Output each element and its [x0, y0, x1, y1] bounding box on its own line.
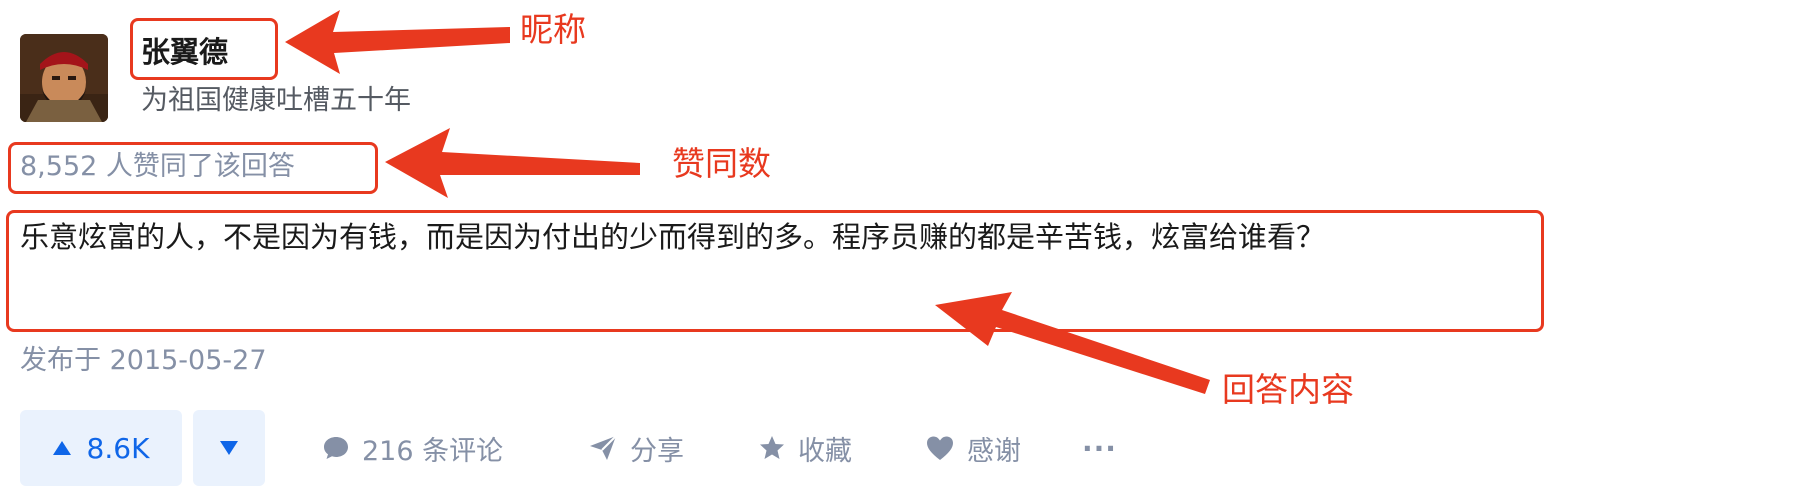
paper-plane-icon [590, 435, 617, 460]
comment-bubble-icon [324, 437, 348, 459]
more-button[interactable]: ··· [1082, 410, 1117, 486]
thanks-label: 感谢 [967, 435, 1021, 467]
annotation-label-votes: 赞同数 [672, 144, 771, 183]
share-label: 分享 [630, 435, 684, 467]
arrow-to-votes [385, 128, 640, 198]
annotation-label-content: 回答内容 [1222, 370, 1354, 409]
action-bar: 8.6K 216 条评论 分享 收藏 感谢 ··· [20, 410, 1794, 486]
more-icon: ··· [1082, 431, 1117, 465]
share-button[interactable]: 分享 [588, 410, 684, 486]
arrow-to-nickname [285, 10, 510, 74]
thanks-button[interactable]: 感谢 [925, 410, 1021, 486]
upvote-button[interactable]: 8.6K [20, 410, 182, 486]
triangle-down-icon [220, 441, 238, 455]
downvote-button[interactable] [193, 410, 265, 486]
triangle-up-icon [52, 441, 71, 455]
favorite-button[interactable]: 收藏 [758, 410, 852, 486]
heart-icon [927, 436, 953, 460]
comment-label: 216 条评论 [362, 435, 504, 467]
annotation-label-nickname: 昵称 [520, 10, 586, 49]
upvote-count: 8.6K [86, 431, 150, 465]
star-icon [760, 436, 784, 459]
comment-button[interactable]: 216 条评论 [322, 410, 503, 486]
arrow-to-content [935, 292, 1210, 394]
favorite-label: 收藏 [798, 435, 852, 467]
